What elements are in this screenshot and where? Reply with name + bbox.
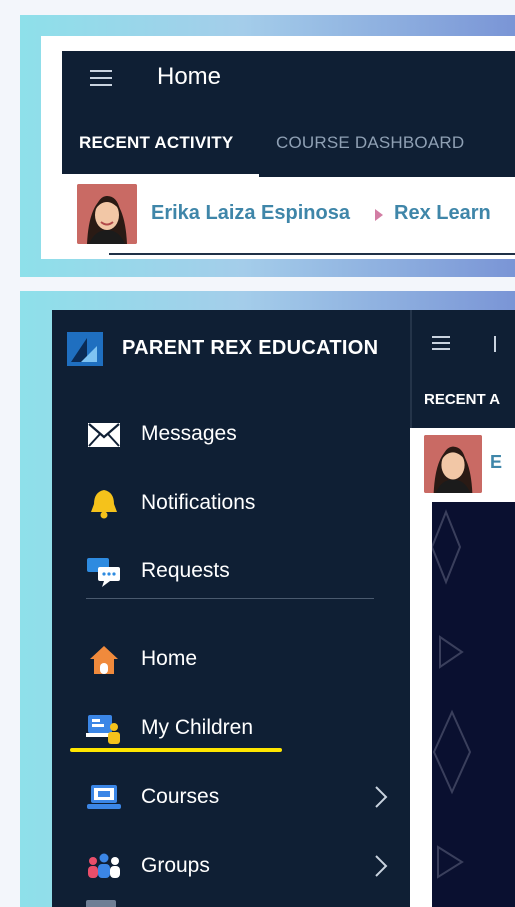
- drawer-separator: [86, 598, 374, 599]
- avatar: [424, 435, 482, 493]
- tab-recent-activity-partial: RECENT A: [424, 391, 501, 408]
- feed-course-link[interactable]: Rex Learn: [394, 202, 491, 225]
- menu-icon[interactable]: [90, 70, 114, 88]
- title-fragment: [494, 336, 496, 352]
- drawer-item-label: My Children: [141, 716, 254, 739]
- bottom-screenshot-frame: RECENT A E PARENT REX EDUCATION Messages…: [20, 291, 515, 907]
- avatar[interactable]: [77, 184, 137, 244]
- top-screenshot-frame: Home RECENT ACTIVITY COURSE DASHBOARD Er…: [20, 15, 515, 277]
- bell-icon: [86, 488, 122, 520]
- drawer-item-label: Courses: [141, 785, 220, 808]
- app-bar: Home: [62, 51, 515, 109]
- laptop-icon: [86, 782, 122, 814]
- home-screen: Home RECENT ACTIVITY COURSE DASHBOARD Er…: [41, 36, 515, 259]
- people-icon: [86, 851, 122, 883]
- highlight-underline-my-children: [70, 748, 282, 752]
- chevron-right-icon[interactable]: [374, 853, 388, 879]
- drawer-item-home[interactable]: Home: [52, 632, 408, 688]
- chevron-right-icon[interactable]: [374, 784, 388, 810]
- drawer-screen: RECENT A E PARENT REX EDUCATION Messages…: [52, 310, 515, 907]
- drawer-item-messages[interactable]: Messages: [52, 407, 408, 463]
- folder-icon: [86, 900, 116, 907]
- app-logo-icon: [67, 332, 103, 366]
- children-icon: [86, 713, 122, 745]
- house-icon: [86, 644, 122, 676]
- background-screen: RECENT A E: [410, 310, 515, 907]
- feed-divider: [109, 253, 515, 255]
- breadcrumb-arrow-icon: [375, 209, 383, 221]
- drawer-item-notifications[interactable]: Notifications: [52, 476, 408, 532]
- active-tab-indicator: [62, 174, 259, 177]
- page-title: Home: [157, 63, 222, 90]
- tab-course-dashboard[interactable]: COURSE DASHBOARD: [276, 133, 464, 153]
- drawer-title: PARENT REX EDUCATION: [122, 337, 379, 359]
- feed-author-link[interactable]: Erika Laiza Espinosa: [151, 202, 350, 225]
- menu-icon-background: [432, 336, 454, 352]
- feed-author-partial: E: [490, 452, 503, 472]
- tab-bar: RECENT ACTIVITY COURSE DASHBOARD: [62, 109, 515, 177]
- drawer-item-label: Groups: [141, 854, 210, 877]
- drawer-item-label: Messages: [141, 422, 237, 445]
- drawer-item-label: Notifications: [141, 491, 256, 514]
- drawer-item-label: Home: [141, 647, 198, 670]
- envelope-icon: [86, 419, 122, 451]
- drawer-item-requests[interactable]: Requests: [52, 544, 408, 600]
- navigation-drawer: PARENT REX EDUCATION Messages Notificati…: [52, 310, 408, 907]
- post-image: [432, 502, 515, 907]
- drawer-item-courses[interactable]: Courses: [52, 770, 408, 826]
- drawer-item-label: Requests: [141, 559, 230, 582]
- drawer-item-groups[interactable]: Groups: [52, 839, 408, 895]
- tab-recent-activity[interactable]: RECENT ACTIVITY: [79, 133, 233, 153]
- chat-bubbles-icon: [86, 556, 122, 588]
